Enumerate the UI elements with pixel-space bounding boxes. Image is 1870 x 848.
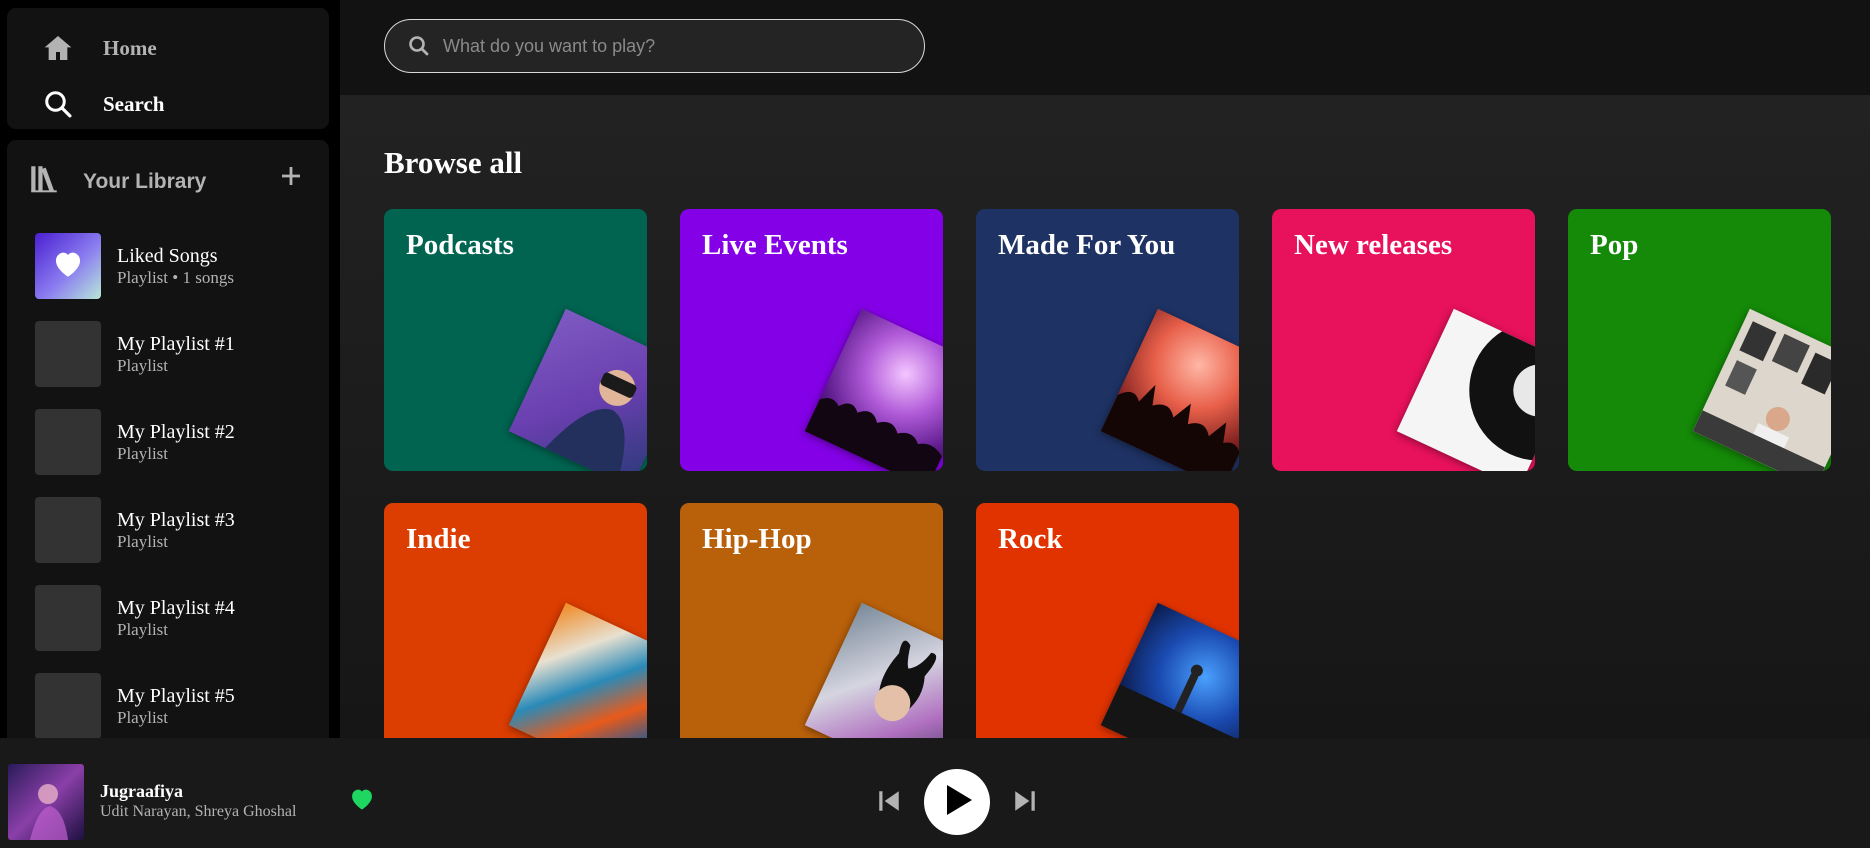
- library-item-liked-songs[interactable]: Liked Songs Playlist • 1 songs: [35, 232, 315, 300]
- play-button[interactable]: [924, 769, 990, 835]
- playlist-thumb: [35, 585, 101, 651]
- browse-title: Browse all: [384, 145, 523, 180]
- category-card-hip-hop[interactable]: Hip-Hop: [680, 503, 943, 738]
- library-item-playlist-3[interactable]: My Playlist #3 Playlist: [35, 496, 315, 564]
- library-item-playlist-1[interactable]: My Playlist #1 Playlist: [35, 320, 315, 388]
- library-item-playlist-2[interactable]: My Playlist #2 Playlist: [35, 408, 315, 476]
- library-item-name: My Playlist #4: [117, 597, 235, 619]
- library-item-name: My Playlist #1: [117, 333, 235, 355]
- category-card-live-events[interactable]: Live Events: [680, 209, 943, 471]
- skip-back-icon: [876, 791, 902, 818]
- search-bar[interactable]: [384, 19, 925, 73]
- library-item-playlist-4[interactable]: My Playlist #4 Playlist: [35, 584, 315, 652]
- like-button[interactable]: [348, 785, 378, 815]
- skip-forward-icon: [1012, 791, 1038, 818]
- library-icon: [27, 162, 61, 201]
- category-artwork: [1396, 308, 1535, 471]
- category-card-new-releases[interactable]: New releases: [1272, 209, 1535, 471]
- category-title: Hip-Hop: [702, 523, 812, 555]
- library-header[interactable]: Your Library: [27, 162, 206, 201]
- category-artwork: [1100, 308, 1239, 471]
- playlist-thumb: [35, 497, 101, 563]
- liked-songs-thumb: [35, 233, 101, 299]
- previous-track-button[interactable]: [876, 788, 902, 814]
- play-icon: [937, 780, 977, 825]
- sidebar-nav: Home Search: [7, 8, 329, 129]
- library-item-name: My Playlist #5: [117, 685, 235, 707]
- library-item-name: My Playlist #2: [117, 421, 235, 443]
- top-bar: [340, 0, 1870, 95]
- category-card-podcasts[interactable]: Podcasts: [384, 209, 647, 471]
- library-item-name: Liked Songs: [117, 245, 218, 267]
- category-artwork: [508, 602, 647, 738]
- create-playlist-button[interactable]: [275, 162, 307, 194]
- plus-icon: [279, 164, 303, 193]
- search-icon: [40, 86, 76, 122]
- browse-section: Browse all Podcasts Live Events Made For…: [340, 95, 1870, 738]
- category-title: New releases: [1294, 229, 1453, 261]
- category-artwork: [508, 308, 647, 471]
- main-view: Browse all Podcasts Live Events Made For…: [340, 0, 1870, 738]
- category-card-made-for-you[interactable]: Made For You: [976, 209, 1239, 471]
- nav-search[interactable]: Search: [40, 84, 164, 124]
- category-title: Made For You: [998, 229, 1176, 261]
- library-item-subtitle: Playlist: [117, 532, 169, 551]
- category-title: Pop: [1590, 229, 1639, 261]
- category-artwork: [1692, 308, 1831, 471]
- library-item-subtitle: Playlist: [117, 708, 169, 727]
- player-bar: Jugraafiya Udit Narayan, Shreya Ghoshal: [0, 738, 1870, 848]
- playlist-thumb: [35, 321, 101, 387]
- category-title: Rock: [998, 523, 1063, 555]
- now-playing-cover[interactable]: [8, 764, 84, 840]
- now-playing-title[interactable]: Jugraafiya: [100, 781, 183, 802]
- search-icon: [407, 34, 431, 58]
- category-card-rock[interactable]: Rock: [976, 503, 1239, 738]
- library-panel: Your Library Liked Songs Playlist • 1 so…: [7, 140, 329, 740]
- library-item-subtitle: Playlist: [117, 356, 169, 375]
- heart-icon: [51, 247, 85, 286]
- category-artwork: [1100, 602, 1239, 738]
- category-artwork: [804, 602, 943, 738]
- library-item-name: My Playlist #3: [117, 509, 235, 531]
- category-card-pop[interactable]: Pop: [1568, 209, 1831, 471]
- category-title: Podcasts: [406, 229, 514, 261]
- playlist-thumb: [35, 409, 101, 475]
- heart-icon: [348, 789, 376, 817]
- now-playing-artist[interactable]: Udit Narayan, Shreya Ghoshal: [100, 803, 296, 821]
- category-title: Live Events: [702, 229, 848, 261]
- nav-home[interactable]: Home: [40, 28, 157, 68]
- library-item-subtitle: Playlist: [117, 444, 169, 463]
- next-track-button[interactable]: [1012, 788, 1038, 814]
- search-input[interactable]: [443, 35, 863, 57]
- library-item-playlist-5[interactable]: My Playlist #5 Playlist: [35, 672, 315, 740]
- nav-home-label: Home: [103, 35, 157, 60]
- category-card-indie[interactable]: Indie: [384, 503, 647, 738]
- library-title: Your Library: [83, 169, 207, 193]
- category-artwork: [804, 308, 943, 471]
- library-item-subtitle: Playlist • 1 songs: [117, 268, 234, 287]
- home-icon: [40, 30, 76, 66]
- library-item-subtitle: Playlist: [117, 620, 169, 639]
- playlist-thumb: [35, 673, 101, 739]
- category-title: Indie: [406, 523, 471, 555]
- nav-search-label: Search: [103, 91, 165, 116]
